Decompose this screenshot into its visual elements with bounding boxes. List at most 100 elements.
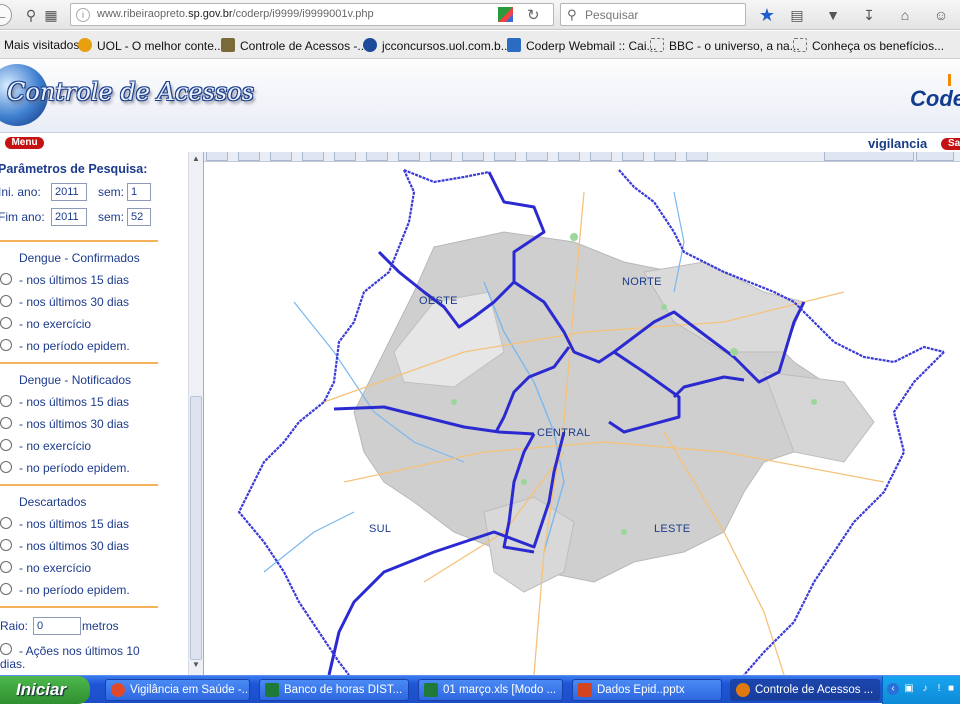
browser-toolbar: ← ⚲ ▦ i www.ribeiraopreto.sp.gov.br/code… [0, 0, 960, 30]
bookmark-item[interactable]: jcconcursos.uol.com.b... [363, 38, 511, 53]
group-title-descartados: Descartados [19, 495, 87, 509]
home-icon[interactable]: ⌂ [896, 6, 914, 24]
map-view[interactable]: OESTE NORTE CENTRAL SUL LESTE [203, 152, 960, 675]
panel-scrollbar[interactable]: ▲ ▼ [188, 152, 203, 675]
scroll-down-icon[interactable]: ▼ [192, 660, 200, 669]
coderp-icon [507, 38, 521, 52]
taskbar-task-active[interactable]: Controle de Acessos ... [730, 679, 880, 701]
bookmark-item[interactable]: UOL - O melhor conte... [78, 38, 224, 53]
taskbar-task[interactable]: Banco de horas DIST... [259, 679, 409, 701]
option-label: - nos últimos 15 dias [19, 395, 130, 409]
coderp-logo-mark [948, 74, 960, 86]
page-icon [650, 38, 664, 52]
ini-sem-label: sem: [98, 185, 125, 199]
firefox-icon [736, 683, 750, 697]
region-label-sul: SUL [369, 523, 392, 535]
option-label: - no exercício [19, 439, 92, 453]
radio-notificados-exercicio[interactable] [0, 439, 12, 451]
radio-confirmados-epidem[interactable] [0, 339, 12, 351]
tray-expand-icon[interactable]: ‹ [887, 683, 899, 695]
site-info-icon[interactable]: i [76, 8, 90, 22]
bookmark-item[interactable]: BBC - o universo, a na... [650, 38, 800, 53]
fim-sem-input[interactable] [127, 208, 151, 226]
pocket-icon[interactable]: ▼ [824, 6, 842, 24]
network-icon[interactable]: ▣ [903, 683, 915, 695]
taskbar-task[interactable]: Vigilância em Saúde -... [105, 679, 250, 701]
radio-descartados-30[interactable] [0, 539, 12, 551]
bookmarks-list-icon[interactable]: ▤ [788, 6, 806, 24]
raio-label: Raio: [0, 619, 29, 633]
reader-icon[interactable]: ▦ [42, 6, 60, 24]
option-label: - no período epidem. [19, 461, 130, 475]
fim-label: Fim ano: [0, 210, 45, 224]
radio-descartados-exercicio[interactable] [0, 561, 12, 573]
region-label-central: CENTRAL [537, 427, 591, 439]
controle-icon [221, 38, 235, 52]
params-title: Parâmetros de Pesquisa: [0, 162, 148, 176]
radio-descartados-15[interactable] [0, 517, 12, 529]
volume-icon[interactable]: ♪ [919, 683, 931, 695]
option-label: - no período epidem. [19, 583, 130, 597]
jc-icon [363, 38, 377, 52]
key-icon[interactable]: ⚲ [22, 6, 40, 24]
taskbar-task[interactable]: 01 março.xls [Modo ... [418, 679, 563, 701]
city-map [237, 168, 945, 675]
search-placeholder: Pesquisar [585, 8, 639, 22]
exit-button[interactable]: Sa [941, 138, 960, 150]
bookmark-item[interactable]: Mais visitados [4, 38, 79, 52]
ini-year-input[interactable] [51, 183, 87, 201]
option-label: - nos últimos 30 dias [19, 539, 130, 553]
monitor-icon[interactable]: ■ [945, 683, 957, 695]
bookmark-item[interactable]: Coderp Webmail :: Cai... [507, 38, 657, 53]
raio-input[interactable] [33, 617, 81, 635]
menu-button[interactable]: Menu [5, 137, 44, 149]
taskbar-task[interactable]: Dados Epid..pptx [572, 679, 722, 701]
option-label: - no exercício [19, 317, 92, 331]
url-text[interactable]: www.ribeiraopreto.sp.gov.br/coderp/i9999… [97, 8, 374, 20]
bookmarks-bar: Mais visitados UOL - O melhor conte... C… [0, 31, 960, 59]
region-label-oeste: OESTE [419, 295, 458, 307]
option-label: - nos últimos 30 dias [19, 417, 130, 431]
user-name: vigilancia [868, 136, 928, 151]
bookmark-item[interactable]: Conheça os benefícios... [793, 38, 944, 53]
acoes-label: - Ações nos últimos 10 [19, 644, 140, 658]
option-label: - nos últimos 15 dias [19, 273, 130, 287]
bookmark-star-icon[interactable]: ★ [758, 6, 776, 24]
raio-unit: metros [82, 619, 119, 633]
download-icon[interactable]: ↧ [860, 6, 878, 24]
fim-year-input[interactable] [51, 208, 87, 226]
back-button[interactable]: ← [0, 4, 12, 26]
separator [0, 484, 158, 486]
fim-sem-label: sem: [98, 210, 125, 224]
radio-notificados-30[interactable] [0, 417, 12, 429]
radio-notificados-15[interactable] [0, 395, 12, 407]
reload-icon[interactable]: ↻ [527, 6, 540, 24]
radio-confirmados-15[interactable] [0, 273, 12, 285]
page-icon [793, 38, 807, 52]
radio-confirmados-exercicio[interactable] [0, 317, 12, 329]
emoji-icon[interactable]: ☺ [932, 6, 950, 24]
option-label: - nos últimos 30 dias [19, 295, 130, 309]
region-label-norte: NORTE [622, 276, 662, 288]
scroll-up-icon[interactable]: ▲ [192, 154, 200, 163]
option-label: - nos últimos 15 dias [19, 517, 130, 531]
search-panel: Parâmetros de Pesquisa: Ini. ano: sem: F… [0, 152, 188, 675]
separator [0, 240, 158, 242]
safety-icon[interactable]: ! [933, 683, 945, 695]
search-bar[interactable]: ⚲ Pesquisar [560, 3, 746, 26]
bookmark-item[interactable]: Controle de Acessos -... [221, 38, 367, 53]
start-button[interactable]: Iniciar [0, 676, 90, 704]
radio-notificados-epidem[interactable] [0, 461, 12, 473]
ini-sem-input[interactable] [127, 183, 151, 201]
option-label: - no período epidem. [19, 339, 130, 353]
coderp-logo: Coder [910, 86, 960, 111]
address-bar[interactable]: i www.ribeiraopreto.sp.gov.br/coderp/i99… [70, 3, 554, 26]
scroll-thumb[interactable] [190, 396, 202, 660]
radio-acoes[interactable] [0, 643, 12, 655]
radio-descartados-epidem[interactable] [0, 583, 12, 595]
site-title: Controle de Acessos [7, 78, 254, 106]
ini-label: Ini. ano: [0, 185, 41, 199]
excel-icon [424, 683, 438, 697]
system-tray: ‹ ▣ ♪ ! ■ [882, 676, 960, 704]
radio-confirmados-30[interactable] [0, 295, 12, 307]
